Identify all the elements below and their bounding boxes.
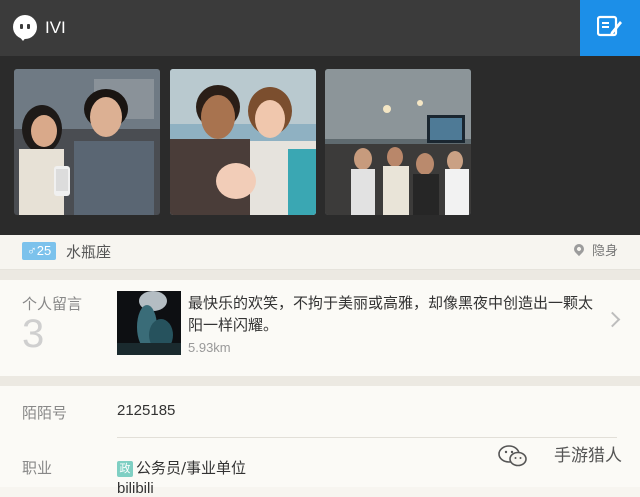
chat-bubble-eye [27,24,30,29]
profile-photo-2[interactable] [170,69,316,215]
chat-bubble-tail [18,35,28,41]
photo-2-image [170,69,316,215]
profile-name: IVI [45,18,66,37]
row-divider [117,437,617,438]
job-label: 职业 [22,459,53,477]
momo-id-value: 2125185 [117,402,176,419]
wechat-icon [498,445,527,467]
details-card: 陌陌号 2125185 职业 政公务员/事业单位 bilibili [0,386,640,497]
message-distance: 5.93km [188,340,231,355]
male-symbol-icon: ♂ [27,243,37,258]
section-separator [0,376,640,386]
message-text: 最快乐的欢笑，不拘于美丽或高雅，却像黑夜中创造出一颗太阳一样闪耀。 [188,294,594,334]
top-bar: IVI [0,0,640,56]
job-value: 公务员/事业单位 [136,459,247,477]
photo-1-image [14,69,160,215]
messages-label: 个人留言 [22,295,83,313]
chat-bubble-eye [20,24,23,29]
age-value: 25 [36,243,52,258]
job-value-row: 政公务员/事业单位 [117,457,246,478]
extra-value: bilibili [117,480,154,497]
messages-count: 3 [22,312,45,356]
chevron-right-icon [604,311,621,328]
zodiac-sign: 水瓶座 [66,243,112,261]
watermark-text: 手游猎人 [554,446,622,466]
chat-bubble-icon[interactable] [13,15,37,41]
profile-info-row: ♂25 水瓶座 隐身 [0,235,640,270]
location-pin-icon [571,241,587,257]
edit-profile-button[interactable] [580,0,640,56]
section-separator [0,270,640,280]
edit-profile-icon [597,15,622,37]
photo-strip [0,56,640,231]
message-thumbnail-image [117,291,181,355]
job-category-badge: 政 [117,461,133,477]
location-status: 隐身 [591,244,618,259]
message-thumbnail [117,291,181,355]
photo-3-image [325,69,471,215]
profile-photo-3[interactable] [325,69,471,215]
profile-photo-1[interactable] [14,69,160,215]
personal-messages-card[interactable]: 个人留言 3 最快乐的欢笑，不拘于美丽或高雅，却像黑夜中创造出一颗太阳一样闪耀。… [0,280,640,376]
gender-age-badge: ♂25 [22,242,57,260]
momo-id-label: 陌陌号 [22,404,68,422]
